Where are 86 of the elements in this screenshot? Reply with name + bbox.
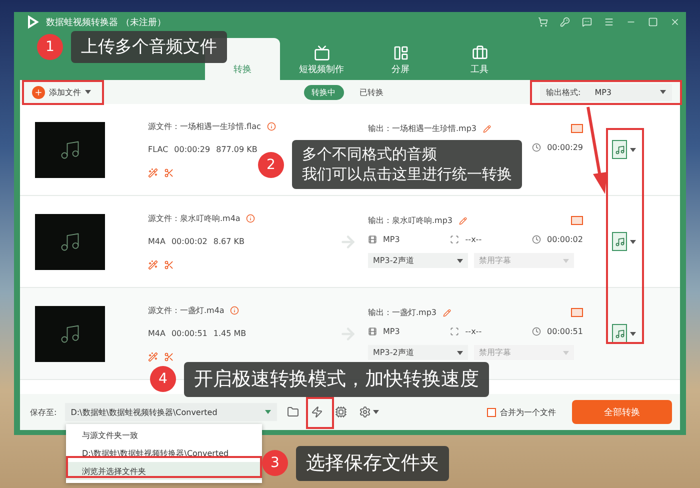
source-size: 1.45 MB [213, 329, 246, 338]
wand-icon[interactable] [148, 352, 158, 362]
film-icon [368, 235, 377, 244]
scissors-icon[interactable] [164, 352, 174, 362]
audio-thumbnail [35, 214, 105, 270]
callout-text: 选择保存文件夹 [296, 446, 449, 481]
source-size: 877.09 KB [216, 145, 258, 154]
maximize-icon[interactable] [648, 17, 658, 27]
caret-icon[interactable] [630, 332, 636, 336]
tag-icon[interactable] [571, 124, 583, 133]
caret-icon[interactable] [630, 148, 636, 152]
merge-checkbox[interactable]: 合并为一个文件 [487, 406, 556, 418]
info-icon[interactable] [266, 122, 276, 131]
chat-icon[interactable] [582, 17, 592, 27]
music-file-icon[interactable] [612, 232, 627, 251]
output-format-select[interactable]: 输出格式: MP3 [540, 84, 672, 100]
nav-tab[interactable]: 短视频制作 [284, 38, 359, 80]
step-number: 3 [262, 450, 288, 476]
clock-icon [532, 235, 542, 244]
audio-thumbnail [35, 306, 105, 362]
status-tab[interactable]: 转换中 [304, 84, 344, 100]
output-file-name: 输出：一场相遇一生珍惜.mp3 [368, 123, 477, 134]
edit-icon[interactable] [482, 124, 491, 132]
info-icon[interactable] [246, 214, 256, 223]
film-icon [368, 327, 377, 336]
source-format: FLAC [148, 145, 168, 154]
nav-tab[interactable]: 工具 [442, 38, 517, 80]
source-format: M4A [148, 329, 166, 338]
tab-icon [472, 45, 488, 61]
save-to-label: 保存至: [30, 406, 57, 418]
output-resolution: --x-- [465, 235, 482, 244]
menu-item[interactable]: 与源文件夹一致 [66, 426, 262, 444]
resize-icon [450, 235, 460, 244]
output-file-name: 输出：一盏灯.mp3 [368, 307, 437, 318]
callout-text: 开启极速转换模式，加快转换速度 [184, 362, 489, 397]
tag-icon[interactable] [571, 216, 583, 225]
edit-icon[interactable] [442, 308, 451, 316]
output-resolution: --x-- [465, 327, 482, 336]
scissors-icon[interactable] [164, 168, 174, 178]
resize-icon [450, 327, 460, 336]
music-file-icon[interactable] [612, 324, 627, 343]
source-size: 8.67 KB [213, 237, 244, 246]
music-file-icon[interactable] [612, 140, 627, 159]
output-duration: 00:00:29 [547, 143, 583, 152]
output-file-name: 输出：泉水叮咚响.mp3 [368, 215, 453, 226]
scissors-icon[interactable] [164, 260, 174, 270]
window-title: 数据蛙视频转换器 （未注册） [46, 16, 167, 28]
clock-icon [532, 327, 542, 336]
caret-icon [85, 90, 91, 94]
wand-icon[interactable] [148, 168, 158, 178]
key-icon[interactable] [560, 17, 570, 27]
plus-icon [32, 86, 45, 98]
clock-icon [532, 143, 542, 152]
info-icon[interactable] [230, 306, 240, 315]
logo-icon [26, 15, 40, 29]
add-file-button[interactable]: 添加文件 [28, 84, 95, 100]
source-format: M4A [148, 237, 166, 246]
audio-track-select[interactable]: MP3-2声道 [368, 345, 468, 360]
edit-icon[interactable] [458, 216, 467, 224]
source-duration: 00:00:29 [174, 145, 210, 154]
wand-icon[interactable] [148, 260, 158, 270]
audio-track-select[interactable]: MP3-2声道 [368, 253, 468, 268]
caret-icon[interactable] [630, 240, 636, 244]
source-duration: 00:00:02 [171, 237, 208, 246]
callout-text: 多个不同格式的音频 我们可以点击这里进行统一转换 [292, 140, 522, 189]
menu-icon[interactable] [604, 17, 614, 27]
arrow-icon [339, 232, 357, 250]
audio-thumbnail [35, 122, 105, 178]
output-duration: 00:00:51 [547, 327, 583, 336]
source-file-name: 源文件：一盏灯.m4a [148, 305, 224, 316]
tag-icon[interactable] [571, 308, 583, 317]
caret-icon [660, 90, 666, 94]
cart-icon[interactable] [538, 17, 548, 27]
output-duration: 00:00:02 [547, 235, 583, 244]
source-file-name: 源文件：泉水叮咚响.m4a [148, 213, 240, 224]
source-file-name: 源文件：一场相遇一生珍惜.flac [148, 121, 261, 132]
close-icon[interactable] [670, 17, 680, 27]
source-duration: 00:00:51 [171, 329, 208, 338]
save-path-select[interactable]: D:\数据蛙\数据蛙视频转换器\Converted [64, 403, 277, 421]
output-format: MP3 [383, 235, 400, 244]
status-tab[interactable]: 已转换 [352, 84, 392, 100]
nav-tab[interactable]: 分屏 [363, 38, 438, 80]
tab-icon [314, 45, 330, 61]
tab-icon [392, 45, 408, 61]
callout-text: 上传多个音频文件 [71, 31, 227, 64]
output-format: MP3 [383, 327, 400, 336]
